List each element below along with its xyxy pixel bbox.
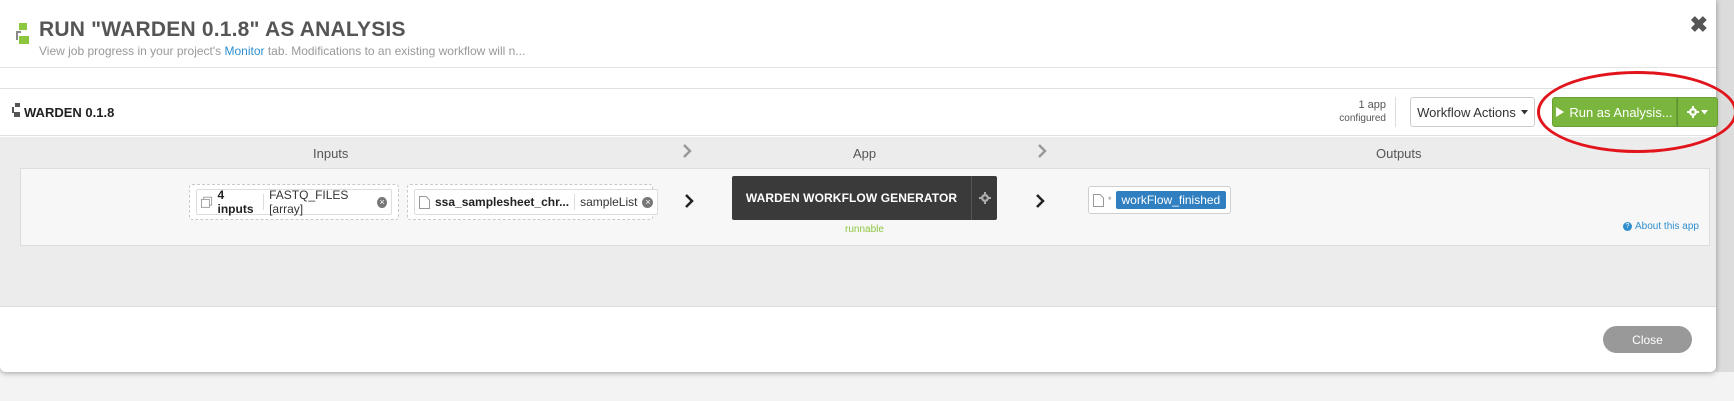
output-chip[interactable]: * workFlow_finished: [1088, 186, 1232, 214]
play-icon: [1556, 107, 1565, 117]
gear-icon: [1687, 106, 1699, 118]
run-analysis-modal: RUN "WARDEN 0.1.8" AS ANALYSIS View job …: [0, 0, 1718, 372]
modal-header: RUN "WARDEN 0.1.8" AS ANALYSIS View job …: [0, 0, 1716, 68]
copy-files-icon: [201, 196, 213, 208]
run-as-analysis-label: Run as Analysis...: [1569, 104, 1673, 120]
chevron-right-icon: [1036, 194, 1045, 208]
background-page-bottom: [0, 372, 1734, 401]
subtitle-text: View job progress in your project's: [39, 44, 225, 58]
help-icon: ?: [1623, 222, 1632, 231]
modal-subtitle: View job progress in your project's Moni…: [39, 44, 525, 58]
monitor-link[interactable]: Monitor: [225, 44, 265, 58]
workflow-name: WARDEN 0.1.8: [24, 105, 115, 120]
chevron-right-icon: [1038, 144, 1047, 158]
remove-icon[interactable]: ×: [377, 196, 388, 208]
run-as-analysis-button[interactable]: Run as Analysis...: [1552, 97, 1677, 127]
app-count-status: configured: [1339, 113, 1386, 124]
app-status: runnable: [845, 224, 884, 235]
workflow-actions-button[interactable]: Workflow Actions: [1410, 97, 1535, 127]
app-count: 1 app configured: [1326, 98, 1386, 126]
subtitle-text-end: tab. Modifications to an existing workfl…: [264, 44, 526, 58]
workflow-small-icon: [12, 103, 20, 117]
outputs-heading: Outputs: [1376, 146, 1422, 161]
input-count: 4 inputs: [217, 188, 254, 216]
asterisk-icon: *: [1108, 195, 1112, 205]
output-name: workFlow_finished: [1115, 191, 1227, 209]
input-chip[interactable]: ssa_samplesheet_chr... sampleList ×: [407, 184, 659, 220]
gear-icon: [978, 192, 991, 204]
input-file-name: ssa_samplesheet_chr...: [435, 195, 570, 209]
caret-down-icon: [1701, 109, 1708, 114]
file-icon: [419, 195, 430, 209]
workflow-bar: WARDEN 0.1.8 1 app configured Workflow A…: [0, 88, 1718, 136]
remove-icon[interactable]: ×: [642, 196, 654, 208]
separator: [263, 194, 265, 210]
workflow-stage-area: Inputs App Outputs 4 inputs FASTQ_FILES …: [0, 137, 1716, 307]
separator: [574, 194, 576, 210]
caret-down-icon: [1520, 109, 1528, 114]
inputs-heading: Inputs: [313, 146, 349, 161]
app-node[interactable]: WARDEN WORKFLOW GENERATOR: [732, 176, 997, 220]
app-settings-button[interactable]: [971, 176, 997, 220]
input-field-name: FASTQ_FILES [array]: [269, 188, 349, 216]
input-chip[interactable]: 4 inputs FASTQ_FILES [array] ×: [189, 184, 399, 220]
input-chip-inner: ssa_samplesheet_chr... sampleList ×: [414, 189, 659, 215]
run-options-button[interactable]: [1677, 97, 1718, 127]
workflow-icon: [16, 23, 29, 44]
app-heading: App: [853, 146, 877, 161]
divider: [1395, 97, 1396, 127]
about-app-link[interactable]: ? About this app: [1623, 221, 1699, 232]
close-icon[interactable]: ✖: [1690, 14, 1708, 36]
modal-title: RUN "WARDEN 0.1.8" AS ANALYSIS: [39, 18, 406, 41]
file-icon: [1093, 193, 1104, 207]
close-button[interactable]: Close: [1603, 326, 1692, 353]
input-field-name: sampleList: [580, 195, 638, 209]
app-name: WARDEN WORKFLOW GENERATOR: [745, 191, 958, 205]
app-count-value: 1 app: [1358, 99, 1386, 111]
about-app-label: About this app: [1635, 221, 1699, 232]
input-chip-inner: 4 inputs FASTQ_FILES [array] ×: [196, 188, 392, 216]
workflow-actions-label: Workflow Actions: [1417, 104, 1516, 120]
background-scrollbar: [1716, 0, 1734, 401]
chevron-right-icon: [683, 144, 692, 158]
chevron-right-icon: [685, 194, 694, 208]
